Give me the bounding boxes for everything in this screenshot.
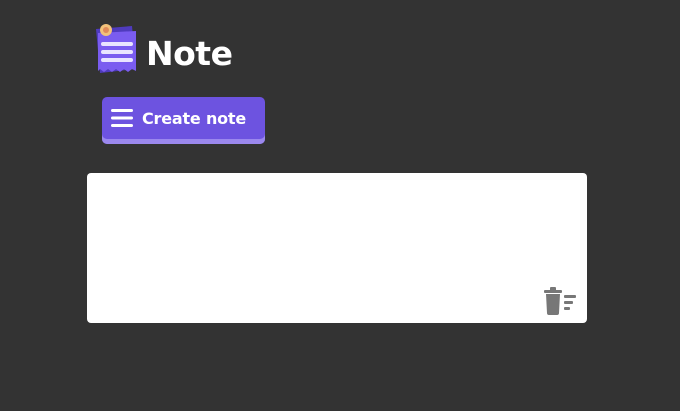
note-textarea[interactable] [87,173,587,323]
delete-note-button[interactable] [541,285,581,317]
menu-lines-icon [110,106,134,130]
app-title: Note [146,33,233,73]
create-note-button[interactable]: Create note [102,97,265,144]
create-note-label: Create note [142,108,247,128]
delete-note-icon [541,287,581,321]
notepad-icon [92,23,142,81]
app-header: Note [92,22,233,82]
note-card [87,173,587,323]
